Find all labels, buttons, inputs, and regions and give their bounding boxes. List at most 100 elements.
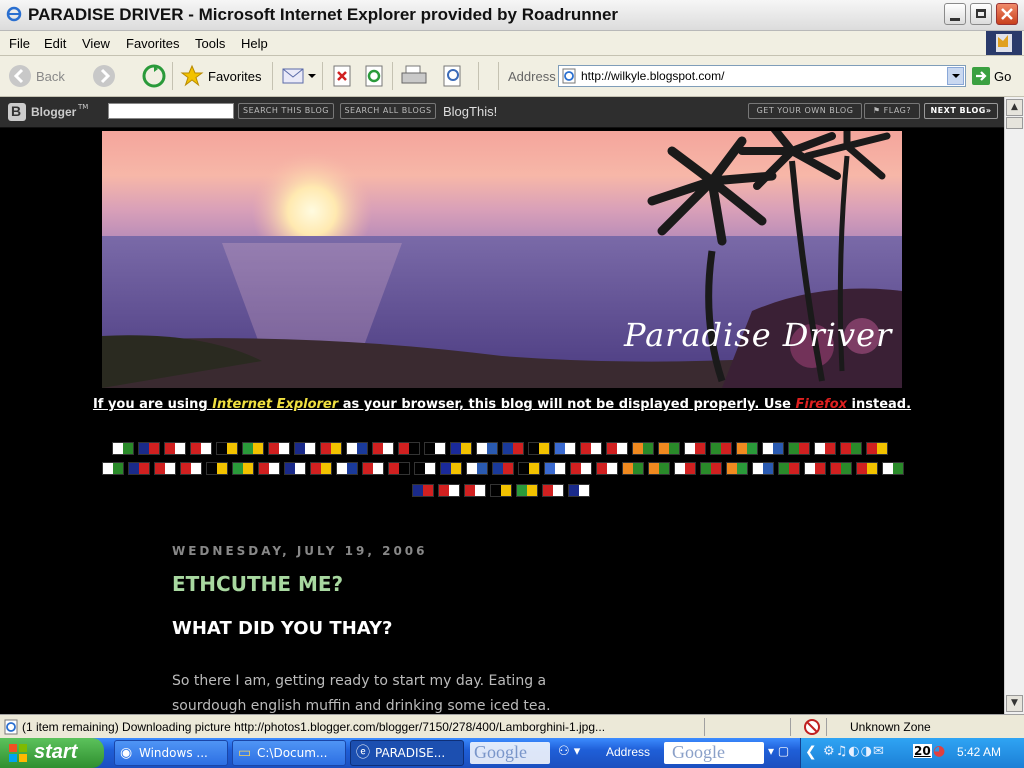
mail-icon[interactable]	[282, 66, 306, 86]
refresh-page-icon[interactable]	[364, 65, 384, 87]
country-flag	[388, 462, 410, 475]
print-icon[interactable]	[400, 65, 428, 87]
address-field[interactable]: http://wilkyle.blogspot.com/	[558, 65, 966, 87]
blogger-navbar: B Blogger TM SEARCH THIS BLOG SEARCH ALL…	[0, 97, 1004, 128]
blog-search-input[interactable]	[108, 103, 234, 119]
tray-calendar-badge[interactable]: 20	[913, 744, 932, 758]
flag-button[interactable]: ⚑ FLAG?	[864, 103, 920, 119]
flag-counter[interactable]	[0, 128, 1004, 497]
menu-help[interactable]: Help	[241, 36, 268, 51]
country-flag	[310, 462, 332, 475]
country-flag	[412, 484, 434, 497]
refresh-icon[interactable]	[142, 64, 166, 88]
blog-title: Paradise Driver	[624, 316, 893, 354]
research-icon[interactable]	[442, 65, 464, 87]
country-flag	[466, 462, 488, 475]
get-your-own-blog-button[interactable]: GET YOUR OWN BLOG	[748, 103, 862, 119]
country-flag	[554, 442, 576, 455]
menu-favorites[interactable]: Favorites	[126, 36, 179, 51]
country-flag	[284, 462, 306, 475]
taskbar-item-windows[interactable]: ◉ Windows ...	[114, 740, 228, 766]
windows-flag-icon	[9, 744, 27, 762]
taskbar-item-documents[interactable]: ▭ C:\Docum...	[232, 740, 346, 766]
country-flag	[440, 462, 462, 475]
country-flag	[414, 462, 436, 475]
scroll-thumb[interactable]	[1006, 117, 1023, 129]
browser-notice[interactable]: If you are using Internet Explorer as yo…	[0, 397, 1004, 412]
favorites-button[interactable]: Favorites	[180, 64, 266, 88]
blogger-logo[interactable]: B Blogger TM	[8, 103, 94, 121]
vertical-scrollbar[interactable]: ▲ ▼	[1004, 97, 1024, 714]
country-flag	[736, 442, 758, 455]
start-label: start	[34, 741, 78, 763]
popup-blocked-icon[interactable]	[804, 719, 820, 735]
address-dropdown-button[interactable]	[947, 67, 964, 85]
country-flag	[762, 442, 784, 455]
country-flag	[840, 442, 862, 455]
country-flag	[268, 442, 290, 455]
blogthis-link[interactable]: BlogThis!	[443, 104, 497, 119]
scroll-down-button[interactable]: ▼	[1006, 695, 1023, 712]
country-flag	[128, 462, 150, 475]
page-icon	[562, 68, 576, 84]
tray-icons[interactable]: ⚙♫◐◑✉	[823, 744, 885, 759]
binoculars-icon[interactable]: ⚇ ▾	[558, 744, 580, 759]
tray-browser-icon[interactable]: ◕	[933, 743, 945, 759]
favorites-label: Favorites	[208, 69, 262, 84]
country-flag	[518, 462, 540, 475]
mail-dropdown-icon[interactable]	[308, 74, 316, 78]
toolbar-dropdown-icon[interactable]: ▾ ▢	[768, 744, 789, 758]
country-flag	[112, 442, 134, 455]
country-flag	[502, 442, 524, 455]
country-flag	[606, 442, 628, 455]
maximize-button[interactable]	[970, 3, 992, 25]
menu-edit[interactable]: Edit	[44, 36, 66, 51]
taskbar: start ◉ Windows ... ▭ C:\Docum... ⓔ PARADIS…	[0, 738, 1024, 768]
country-flag	[216, 442, 238, 455]
blog-content: Paradise Driver If you are using Interne…	[0, 128, 1004, 714]
country-flag	[684, 442, 706, 455]
menu-view[interactable]: View	[82, 36, 110, 51]
country-flag	[658, 442, 680, 455]
menu-file[interactable]: File	[9, 36, 30, 51]
next-blog-button[interactable]: NEXT BLOG»	[924, 103, 998, 119]
close-button[interactable]	[996, 3, 1018, 25]
back-arrow-icon	[9, 65, 31, 87]
search-this-blog-button[interactable]: SEARCH THIS BLOG	[238, 103, 334, 119]
country-flag	[856, 462, 878, 475]
country-flag	[242, 442, 264, 455]
ie-icon	[6, 6, 22, 22]
google-toolbar-logo[interactable]: Google	[470, 742, 550, 764]
country-flag	[804, 462, 826, 475]
post-title[interactable]: ETHCUTHE ME?	[172, 572, 343, 596]
country-flag	[180, 462, 202, 475]
stop-icon[interactable]	[332, 65, 352, 87]
toolbar: Back Favorites Address http://wilkyle.bl…	[0, 56, 1024, 97]
go-button[interactable]: Go	[972, 65, 1022, 87]
country-flag	[424, 442, 446, 455]
country-flag	[464, 484, 486, 497]
country-flag	[542, 484, 564, 497]
post-body-line-2: sourdough english muffin and drinking so…	[172, 698, 551, 714]
minimize-button[interactable]	[944, 3, 966, 25]
blog-header-banner[interactable]: Paradise Driver	[102, 131, 902, 388]
country-flag	[138, 442, 160, 455]
taskbar-item-paradise[interactable]: ⓔ PARADISE...	[350, 740, 464, 766]
search-all-blogs-button[interactable]: SEARCH ALL BLOGS	[340, 103, 436, 119]
taskbar-google-search[interactable]: Google	[664, 742, 764, 764]
menu-tools[interactable]: Tools	[195, 36, 225, 51]
back-button[interactable]: Back	[8, 64, 82, 88]
country-flag	[528, 442, 550, 455]
start-button[interactable]: start	[0, 738, 104, 768]
firefox-link[interactable]: Firefox	[795, 397, 847, 412]
scroll-up-button[interactable]: ▲	[1006, 99, 1023, 116]
address-value: http://wilkyle.blogspot.com/	[581, 69, 725, 83]
status-text: (1 item remaining) Downloading picture h…	[22, 720, 606, 734]
flag-icon: ⚑	[872, 106, 884, 115]
country-flag	[320, 442, 342, 455]
forward-button[interactable]	[92, 64, 132, 88]
forward-arrow-icon	[93, 65, 115, 87]
tray-expand-icon[interactable]: ❮	[805, 744, 817, 760]
country-flag	[492, 462, 514, 475]
country-flag	[882, 462, 904, 475]
